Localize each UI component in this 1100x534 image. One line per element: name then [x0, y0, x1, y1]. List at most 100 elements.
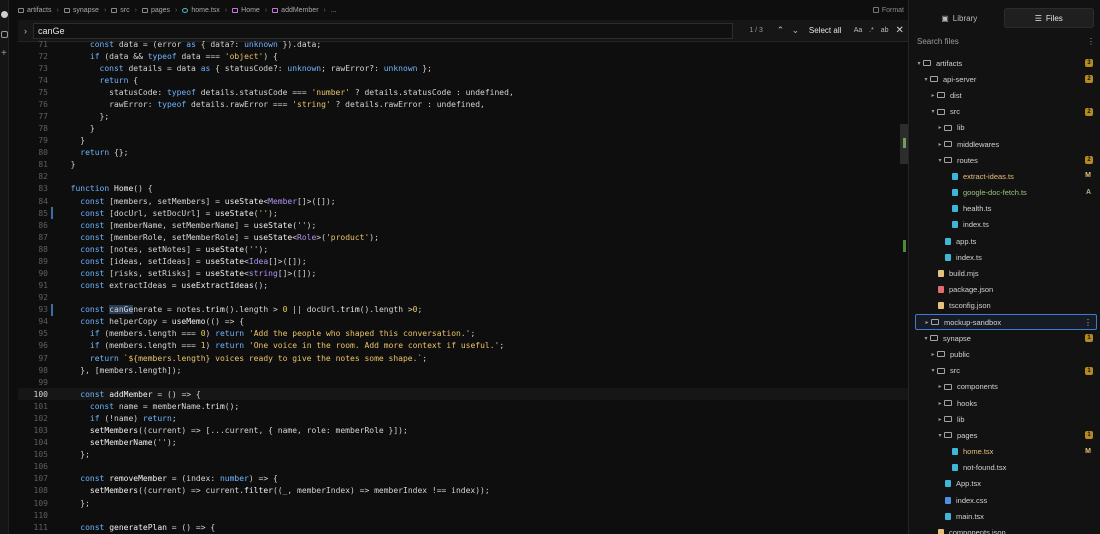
code-line[interactable]: 71 const data = (error as { data?: unkno… [18, 38, 908, 50]
code-line[interactable]: 105 }; [18, 449, 908, 461]
select-all-button[interactable]: Select all [809, 26, 841, 35]
add-icon[interactable]: + [1, 49, 7, 59]
code-line[interactable]: 74 return { [18, 74, 908, 86]
code-line[interactable]: 104 setMemberName(''); [18, 437, 908, 449]
code-line[interactable]: 92 [18, 292, 908, 304]
tree-folder[interactable]: ▸ lib [915, 411, 1097, 427]
code-line[interactable]: 102 if (!name) return; [18, 412, 908, 424]
whole-word-button[interactable]: ab [878, 27, 891, 34]
tree-folder[interactable]: ▸ components [915, 379, 1097, 395]
tree-folder[interactable]: ▾ routes 2 [915, 152, 1097, 168]
tree-folder[interactable]: ▸ dist [915, 87, 1097, 103]
tab-files[interactable]: ☰ Files [1003, 8, 1094, 28]
code-line[interactable]: 111 const generatePlan = () => { [18, 521, 908, 533]
breadcrumb-item[interactable]: src [111, 7, 130, 14]
code-line[interactable]: 85 const [docUrl, setDocUrl] = useState(… [18, 207, 908, 220]
tree-file[interactable]: index.css [915, 492, 1097, 508]
search-files-input[interactable] [915, 33, 1083, 49]
code-line[interactable]: 80 return {}; [18, 147, 908, 159]
tree-file[interactable]: home.tsx M [915, 444, 1097, 460]
tree-folder[interactable]: ▾ synapse 1 [915, 330, 1097, 346]
code-line[interactable]: 81 } [18, 159, 908, 171]
code-line[interactable]: 108 setMembers((current) => current.filt… [18, 485, 908, 497]
find-input[interactable] [32, 22, 733, 39]
tree-file[interactable]: google-doc-fetch.ts A [915, 185, 1097, 201]
tree-file[interactable]: build.mjs [915, 265, 1097, 281]
code-line[interactable]: 89 const [ideas, setIdeas] = useState<Id… [18, 255, 908, 267]
breadcrumb-item[interactable]: ... [331, 7, 337, 14]
tree-folder[interactable]: ▸ lib [915, 120, 1097, 136]
tree-folder[interactable]: ▸ hooks [915, 395, 1097, 411]
agent-icon[interactable] [1, 11, 8, 18]
tree-folder[interactable]: ▾ src 2 [915, 104, 1097, 120]
tree-file[interactable]: tsconfig.json [915, 298, 1097, 314]
breadcrumb-item[interactable]: addMember [272, 7, 319, 14]
more-options-icon[interactable]: ⋮ [1084, 318, 1092, 327]
tree-folder[interactable]: ▾ pages 1 [915, 427, 1097, 443]
code-line[interactable]: 93 const canGenerate = notes.trim().leng… [18, 303, 908, 316]
tree-file[interactable]: health.ts [915, 201, 1097, 217]
code-line[interactable]: 82 [18, 171, 908, 183]
code-line[interactable]: 72 if (data && typeof data === 'object')… [18, 50, 908, 62]
code-view[interactable]: 71 const data = (error as { data?: unkno… [18, 38, 908, 534]
code-line[interactable]: 79 } [18, 135, 908, 147]
code-line[interactable]: 97 return `${members.length} voices read… [18, 352, 908, 364]
code-line[interactable]: 83 function Home() { [18, 183, 908, 195]
code-line[interactable]: 76 rawError: typeof details.rawError ===… [18, 98, 908, 110]
code-line[interactable]: 84 const [members, setMembers] = useStat… [18, 195, 908, 207]
code-line[interactable]: 100 const addMember = () => { [18, 388, 908, 401]
code-line[interactable]: 88 const [notes, setNotes] = useState(''… [18, 243, 908, 255]
breadcrumb-item[interactable]: pages [141, 7, 170, 14]
breadcrumb-item[interactable]: Home [232, 7, 260, 14]
code-line[interactable]: 87 const [memberRole, setMemberRole] = u… [18, 231, 908, 243]
tree-folder[interactable]: ▾ artifacts 3 [915, 55, 1097, 71]
code-line[interactable]: 94 const helperCopy = useMemo(() => { [18, 316, 908, 328]
toggle-replace-icon[interactable]: › [18, 26, 33, 36]
close-icon[interactable]: ✕ [891, 25, 908, 36]
code-line[interactable]: 91 const extractIdeas = useExtractIdeas(… [18, 280, 908, 292]
breadcrumb-item[interactable]: home.tsx [182, 7, 220, 14]
tab-library[interactable]: ▣ Library [915, 8, 1004, 28]
tree-file[interactable]: components.json [915, 524, 1097, 534]
regex-button[interactable]: .* [865, 27, 878, 34]
arrow-down-icon[interactable]: ⌄ [788, 25, 803, 36]
panel-icon[interactable] [1, 31, 8, 38]
code-line[interactable]: 99 [18, 376, 908, 388]
format-button[interactable]: Format [872, 0, 904, 20]
code-line[interactable]: 77 }; [18, 110, 908, 122]
code-line[interactable]: 86 const [memberName, setMemberName] = u… [18, 219, 908, 231]
code-line[interactable]: 101 const name = memberName.trim(); [18, 400, 908, 412]
code-line[interactable]: 110 [18, 509, 908, 521]
tree-folder[interactable]: ▾ api-server 2 [915, 71, 1097, 87]
code-line[interactable]: 106 [18, 461, 908, 473]
breadcrumb-item[interactable]: artifacts [18, 7, 52, 14]
code-line[interactable]: 109 }; [18, 497, 908, 509]
match-case-button[interactable]: Aa [851, 27, 864, 34]
tree-file[interactable]: app.ts [915, 233, 1097, 249]
code-line[interactable]: 78 } [18, 123, 908, 135]
breadcrumb-item[interactable]: synapse [63, 7, 99, 14]
tree-file[interactable]: App.tsx [915, 476, 1097, 492]
tree-folder[interactable]: ▸ public [915, 346, 1097, 362]
code-line[interactable]: 96 if (members.length === 1) return 'One… [18, 340, 908, 352]
more-options-icon[interactable]: ⋮ [1087, 37, 1095, 46]
code-line[interactable]: 90 const [risks, setRisks] = useState<st… [18, 267, 908, 279]
tree-file[interactable]: index.ts [915, 249, 1097, 265]
code-line[interactable]: 103 setMembers((current) => [...current,… [18, 425, 908, 437]
code-line[interactable]: 95 if (members.length === 0) return 'Add… [18, 328, 908, 340]
tree-file[interactable]: index.ts [915, 217, 1097, 233]
tree-folder[interactable]: ▸ mockup-sandbox ⋮ [915, 314, 1097, 331]
arrow-up-icon[interactable]: ⌃ [773, 25, 788, 36]
code-line[interactable]: 107 const removeMember = (index: number)… [18, 473, 908, 485]
tree-file[interactable]: not-found.tsx [915, 460, 1097, 476]
tree-label: google-doc-fetch.ts [963, 188, 1027, 198]
tree-folder[interactable]: ▸ middlewares [915, 136, 1097, 152]
code-line[interactable]: 75 statusCode: typeof details.statusCode… [18, 86, 908, 98]
code-line[interactable]: 73 const details = data as { statusCode?… [18, 62, 908, 74]
chevron-right-icon: ▸ [938, 125, 942, 132]
code-line[interactable]: 98 }, [members.length]); [18, 364, 908, 376]
tree-file[interactable]: main.tsx [915, 508, 1097, 524]
tree-file[interactable]: extract-ideas.ts M [915, 168, 1097, 184]
tree-file[interactable]: package.json [915, 282, 1097, 298]
tree-folder[interactable]: ▾ src 1 [915, 363, 1097, 379]
